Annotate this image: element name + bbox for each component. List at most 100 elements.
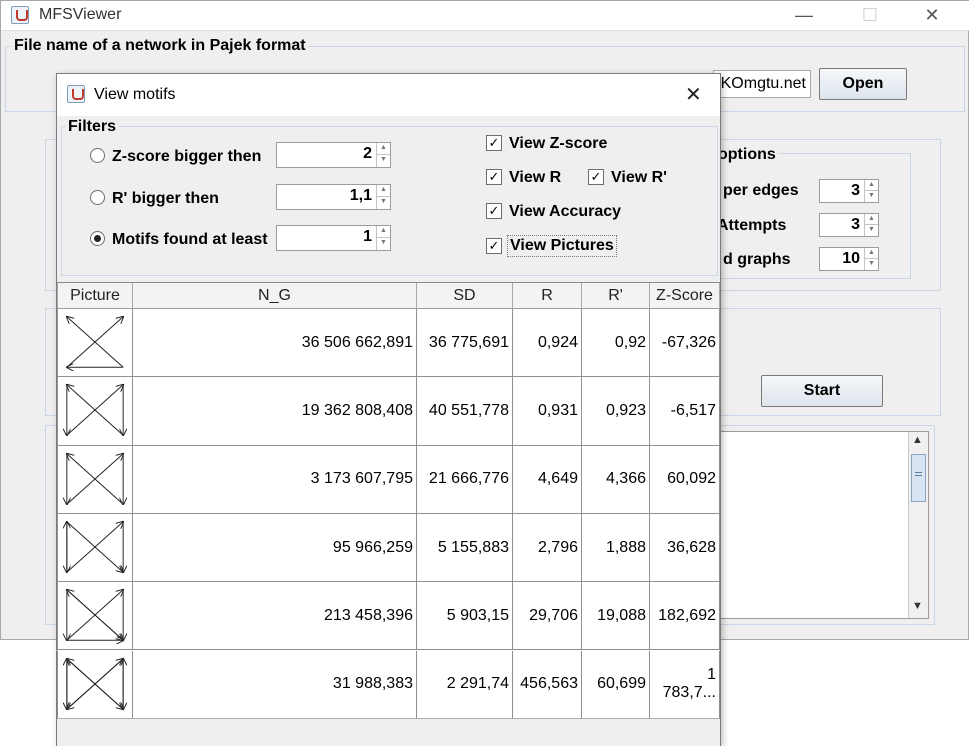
table-row[interactable]: 3 173 607,795 21 666,776 4,649 4,366 60,092 xyxy=(57,445,720,514)
grip-icon xyxy=(915,472,922,476)
table-row[interactable]: 19 362 808,408 40 551,778 0,931 0,923 -6,517 xyxy=(57,377,720,446)
table-row[interactable]: 36 506 662,891 36 775,691 0,924 0,92 -67,326 xyxy=(57,309,720,378)
table-row[interactable]: 95 966,259 5 155,883 2,796 1,888 36,628 xyxy=(57,513,720,583)
cell-rprime: 4,366 xyxy=(582,445,650,513)
zscore-spinner[interactable]: 2 ▲ ▼ xyxy=(276,142,391,168)
radio-rprime-label: R' bigger then xyxy=(112,190,219,207)
cell-zscore: 1 783,7... xyxy=(650,650,720,718)
spin-down-icon[interactable]: ▼ xyxy=(865,191,878,202)
option-label-edges: per edges xyxy=(723,182,799,199)
option-spinner-graphs[interactable]: 10 ▲ ▼ xyxy=(819,247,879,271)
checkbox-view-zscore-label: View Z-score xyxy=(509,135,608,152)
motifs-found-spinner[interactable]: 1 ▲ ▼ xyxy=(276,225,391,251)
rprime-value: 1,1 xyxy=(349,187,372,204)
option-label-graphs: d graphs xyxy=(723,251,791,268)
header-zscore[interactable]: Z-Score xyxy=(650,283,720,309)
zscore-value: 2 xyxy=(363,145,372,162)
checkbox-view-r[interactable]: ✓ xyxy=(486,169,502,185)
cell-rprime: 0,92 xyxy=(582,309,650,377)
radio-zscore-label: Z-score bigger then xyxy=(112,148,262,165)
cell-picture xyxy=(57,377,133,445)
dialog-title: View motifs xyxy=(94,86,176,103)
spin-down-icon[interactable]: ▼ xyxy=(865,225,878,236)
option-value-edges: 3 xyxy=(851,182,860,199)
cell-r: 456,563 xyxy=(513,650,582,718)
filters-title: Filters xyxy=(65,118,120,136)
view-motifs-dialog: View motifs ✕ Filters Z-score bigger the… xyxy=(56,73,721,746)
checkbox-view-zscore[interactable]: ✓ xyxy=(486,135,502,151)
spin-down-icon[interactable]: ▼ xyxy=(865,259,878,270)
cell-rprime: 0,923 xyxy=(582,377,650,445)
header-r[interactable]: R xyxy=(513,283,582,309)
option-value-attempts: 3 xyxy=(851,216,860,233)
checkbox-view-pictures[interactable]: ✓ xyxy=(486,238,502,254)
spin-down-icon[interactable]: ▼ xyxy=(377,155,390,167)
cell-r: 0,924 xyxy=(513,309,582,377)
cell-r: 0,931 xyxy=(513,377,582,445)
radio-zscore[interactable] xyxy=(90,148,105,163)
checkbox-view-r-label: View R xyxy=(509,169,562,186)
cell-rprime: 1,888 xyxy=(582,513,650,582)
cell-rprime: 60,699 xyxy=(582,650,650,718)
header-sd[interactable]: SD xyxy=(417,283,513,309)
spin-down-icon[interactable]: ▼ xyxy=(377,238,390,250)
motifs-table: Picture N_G SD R R' Z-Score 36 506 662,8… xyxy=(57,282,720,719)
open-button[interactable]: Open xyxy=(819,68,907,100)
cell-picture xyxy=(57,513,133,582)
checkbox-view-pictures-label: View Pictures xyxy=(507,235,617,257)
motif-graph-icon xyxy=(58,446,132,512)
cell-ng: 19 362 808,408 xyxy=(133,377,417,445)
radio-motifs-found[interactable] xyxy=(90,231,105,246)
cell-rprime: 19,088 xyxy=(582,582,650,650)
log-scrollbar[interactable]: ▲ ▼ xyxy=(908,432,928,618)
file-path-field[interactable]: KOmgtu.net xyxy=(713,70,811,98)
options-group-title: options xyxy=(715,146,779,164)
option-spinner-attempts[interactable]: 3 ▲ ▼ xyxy=(819,213,879,237)
close-button[interactable]: ✕ xyxy=(909,1,955,31)
motif-graph-icon xyxy=(58,377,132,443)
radio-motifs-found-label: Motifs found at least xyxy=(112,231,268,248)
cell-zscore: 182,692 xyxy=(650,582,720,650)
main-window-title: MFSViewer xyxy=(39,6,122,23)
radio-rprime[interactable] xyxy=(90,190,105,205)
spin-up-icon[interactable]: ▲ xyxy=(865,248,878,259)
dialog-close-icon[interactable]: ✕ xyxy=(685,82,702,107)
header-rprime[interactable]: R' xyxy=(582,283,650,309)
cell-zscore: 60,092 xyxy=(650,445,720,513)
file-group-title: File name of a network in Pajek format xyxy=(11,37,309,55)
option-value-graphs: 10 xyxy=(842,250,860,267)
header-ng[interactable]: N_G xyxy=(133,283,417,309)
option-spinner-edges[interactable]: 3 ▲ ▼ xyxy=(819,179,879,203)
maximize-button[interactable]: ☐ xyxy=(847,1,893,31)
cell-sd: 5 155,883 xyxy=(417,513,513,582)
checkbox-view-rprime[interactable]: ✓ xyxy=(588,169,604,185)
motif-graph-icon xyxy=(58,651,132,717)
checkbox-view-accuracy[interactable]: ✓ xyxy=(486,203,502,219)
table-row[interactable]: 31 988,383 2 291,74 456,563 60,699 1 783,7..… xyxy=(57,650,720,719)
cell-sd: 5 903,15 xyxy=(417,582,513,650)
app-icon xyxy=(11,6,29,24)
log-textarea[interactable]: ▲ ▼ xyxy=(701,431,929,619)
minimize-button[interactable]: — xyxy=(781,1,827,31)
scroll-thumb[interactable] xyxy=(911,454,926,502)
dialog-footer xyxy=(57,718,720,746)
spin-up-icon[interactable]: ▲ xyxy=(377,143,390,155)
cell-zscore: 36,628 xyxy=(650,513,720,582)
main-titlebar: MFSViewer — ☐ ✕ xyxy=(1,1,969,31)
spin-down-icon[interactable]: ▼ xyxy=(377,197,390,209)
spin-up-icon[interactable]: ▲ xyxy=(865,180,878,191)
start-button[interactable]: Start xyxy=(761,375,883,407)
cell-r: 4,649 xyxy=(513,445,582,513)
dialog-icon xyxy=(67,85,85,103)
header-picture[interactable]: Picture xyxy=(57,283,133,309)
scroll-up-arrow-icon[interactable]: ▲ xyxy=(912,434,923,446)
spin-up-icon[interactable]: ▲ xyxy=(377,185,390,197)
motif-graph-icon xyxy=(58,309,132,375)
spin-up-icon[interactable]: ▲ xyxy=(865,214,878,225)
cell-ng: 95 966,259 xyxy=(133,513,417,582)
spin-up-icon[interactable]: ▲ xyxy=(377,226,390,238)
scroll-down-arrow-icon[interactable]: ▼ xyxy=(912,600,923,612)
cell-picture xyxy=(57,445,133,513)
rprime-spinner[interactable]: 1,1 ▲ ▼ xyxy=(276,184,391,210)
table-row[interactable]: 213 458,396 5 903,15 29,706 19,088 182,692 xyxy=(57,582,720,651)
